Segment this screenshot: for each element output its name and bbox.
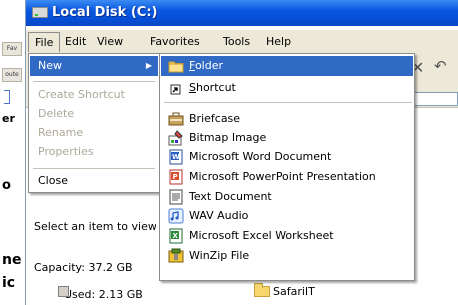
shortcut-mnemonic: S xyxy=(189,81,196,94)
undo-icon[interactable]: ↶ xyxy=(434,57,447,75)
text-fragment-4: ic xyxy=(2,275,16,291)
text-fragment-3: ne xyxy=(2,252,22,268)
briefcase-label: Briefcase xyxy=(189,112,241,125)
folder-label-rest: older xyxy=(194,59,223,72)
file-menu-close[interactable]: Close xyxy=(30,171,158,191)
svg-text:W: W xyxy=(172,153,180,161)
excel-label: Microsoft Excel Worksheet xyxy=(189,229,334,242)
bracket-fragment xyxy=(4,90,10,104)
used-text: Used: 2.13 GB xyxy=(64,288,143,301)
new-excel-item[interactable]: X Microsoft Excel Worksheet xyxy=(161,226,413,246)
notepad-icon xyxy=(169,189,183,205)
powerpoint-icon: P xyxy=(169,169,183,185)
menu-bar: File Edit View Favorites Tools Help xyxy=(26,30,458,52)
menu-favorites[interactable]: Favorites xyxy=(150,34,200,49)
capacity-text: Capacity: 37.2 GB xyxy=(34,261,133,274)
winzip-icon xyxy=(168,248,184,263)
submenu-arrow-icon: ▶ xyxy=(145,61,152,70)
text-document-label: Text Document xyxy=(189,190,272,203)
menu-file[interactable]: File xyxy=(28,32,61,52)
menu-edit[interactable]: Edit xyxy=(65,34,86,49)
background-window-edge: Fav oute er o ne ic xyxy=(0,0,26,305)
file-menu-delete[interactable]: Delete xyxy=(30,104,158,124)
used-space-swatch xyxy=(58,286,69,297)
powerpoint-label: Microsoft PowerPoint Presentation xyxy=(189,170,376,183)
new-powerpoint-item[interactable]: P Microsoft PowerPoint Presentation xyxy=(161,167,413,187)
audio-icon xyxy=(168,208,184,224)
title-bar[interactable]: Local Disk (C:) xyxy=(26,0,458,26)
favorites-tab-fragment[interactable]: Fav xyxy=(2,42,22,56)
winzip-label: WinZip File xyxy=(189,249,250,262)
menu-view[interactable]: View xyxy=(97,34,123,49)
file-menu: New ▶ Create Shortcut Delete Rename Prop… xyxy=(28,53,160,193)
menu-separator xyxy=(164,102,412,103)
menu-tools[interactable]: Tools xyxy=(223,34,250,49)
text-fragment-2: o xyxy=(2,178,11,193)
shortcut-label-rest: hortcut xyxy=(195,81,236,94)
folder-icon[interactable] xyxy=(254,283,270,297)
new-text-item[interactable]: Text Document xyxy=(161,187,413,207)
new-submenu: Folder Shortcut Briefcase Bitmap Image W… xyxy=(159,53,415,281)
file-menu-new[interactable]: New ▶ xyxy=(30,56,158,76)
wav-label: WAV Audio xyxy=(189,209,249,222)
new-wav-item[interactable]: WAV Audio xyxy=(161,206,413,226)
new-briefcase-item[interactable]: Briefcase xyxy=(161,109,413,129)
folder-icon xyxy=(168,61,184,73)
window-title: Local Disk (C:) xyxy=(52,5,158,20)
drive-icon xyxy=(32,7,48,18)
paint-icon xyxy=(168,130,183,146)
route-tab-fragment[interactable]: oute xyxy=(2,68,22,82)
file-menu-rename[interactable]: Rename xyxy=(30,123,158,143)
briefcase-icon xyxy=(168,112,184,126)
new-folder-item[interactable]: Folder xyxy=(161,56,413,76)
menu-separator xyxy=(33,81,155,82)
text-fragment-1: er xyxy=(2,112,15,125)
new-shortcut-item[interactable]: Shortcut xyxy=(161,78,413,98)
new-word-item[interactable]: W Microsoft Word Document xyxy=(161,147,413,167)
menu-separator xyxy=(33,168,155,169)
select-item-text: Select an item to view xyxy=(34,220,157,233)
shortcut-icon xyxy=(170,84,181,95)
file-menu-create-shortcut[interactable]: Create Shortcut xyxy=(30,85,158,105)
new-bitmap-item[interactable]: Bitmap Image xyxy=(161,128,413,148)
new-label: New xyxy=(38,59,62,72)
new-winzip-item[interactable]: WinZip File xyxy=(161,246,413,266)
bitmap-label: Bitmap Image xyxy=(189,131,267,144)
svg-text:P: P xyxy=(173,173,178,181)
word-icon: W xyxy=(169,149,183,165)
excel-icon: X xyxy=(169,228,183,244)
menu-help[interactable]: Help xyxy=(266,34,291,49)
folder-label[interactable]: SafariIT xyxy=(273,285,315,298)
word-label: Microsoft Word Document xyxy=(189,150,332,163)
file-menu-properties[interactable]: Properties xyxy=(30,142,158,162)
svg-text:X: X xyxy=(173,232,179,240)
